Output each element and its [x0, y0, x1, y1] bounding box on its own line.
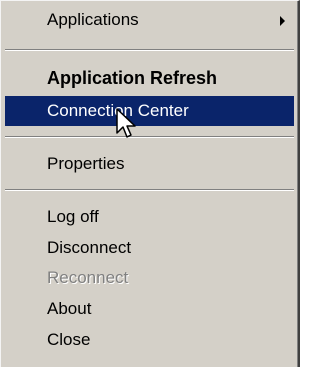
chevron-right-icon: [280, 16, 285, 26]
menu-item-label: Log off: [47, 207, 99, 226]
menu-item-label: About: [47, 299, 92, 318]
menu-item-label: Applications: [47, 10, 139, 29]
menu-item-about[interactable]: About: [5, 294, 294, 324]
menu-item-reconnect: Reconnect: [5, 263, 294, 293]
menu-item-label: Application Refresh: [47, 68, 218, 88]
menu-separator: [5, 49, 294, 51]
menu-item-log-off[interactable]: Log off: [5, 202, 294, 232]
menu-separator: [5, 136, 294, 138]
menu-item-close[interactable]: Close: [5, 325, 294, 355]
menu-item-label: Close: [47, 330, 91, 349]
menu-item-properties[interactable]: Properties: [5, 149, 294, 179]
menu-item-application-refresh[interactable]: Application Refresh: [5, 63, 294, 93]
menu-item-label: Disconnect: [47, 238, 132, 257]
context-menu: Applications Application Refresh Connect…: [0, 0, 300, 367]
menu-item-label: Connection Center: [47, 101, 189, 120]
menu-item-label: Properties: [47, 154, 125, 173]
menu-item-disconnect[interactable]: Disconnect: [5, 233, 294, 263]
menu-separator: [5, 189, 294, 191]
menu-item-applications[interactable]: Applications: [5, 5, 294, 35]
menu-item-label: Reconnect: [47, 268, 129, 287]
menu-item-connection-center[interactable]: Connection Center: [5, 96, 294, 126]
